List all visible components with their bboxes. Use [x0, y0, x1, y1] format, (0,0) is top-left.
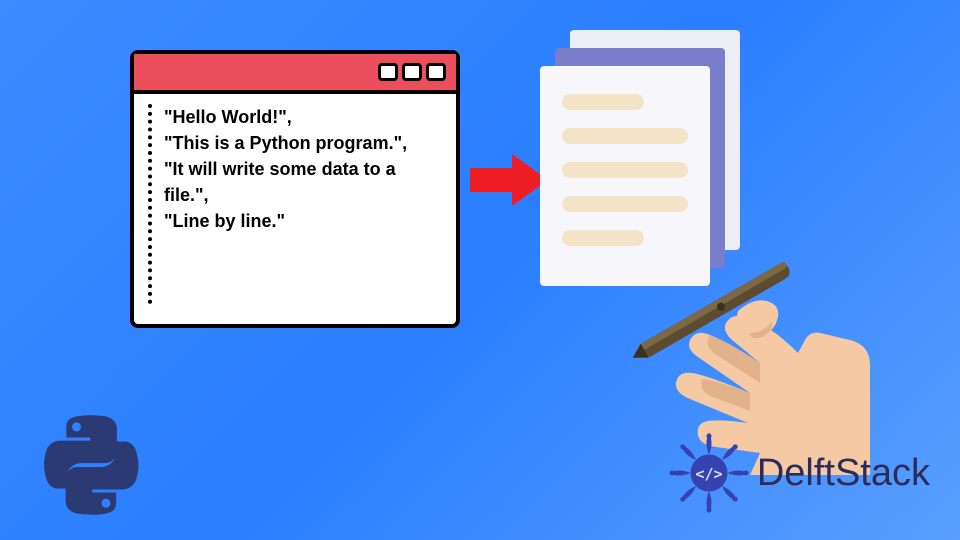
- code-line: "Hello World!",: [164, 104, 442, 130]
- code-window: "Hello World!", "This is a Python progra…: [130, 50, 460, 328]
- code-line: "It will write some data to a file.",: [164, 156, 442, 208]
- code-line: "This is a Python program.",: [164, 130, 442, 156]
- arrow-right-icon: [470, 150, 550, 210]
- code-content: "Hello World!", "This is a Python progra…: [164, 104, 442, 234]
- window-button-min-icon: [378, 63, 398, 81]
- brand-badge-icon: </>: [667, 431, 751, 515]
- code-body: "Hello World!", "This is a Python progra…: [134, 94, 456, 324]
- text-line-icon: [562, 94, 644, 110]
- window-buttons: [378, 63, 446, 81]
- code-line: "Line by line.": [164, 208, 442, 234]
- svg-text:</>: </>: [695, 465, 722, 483]
- python-logo-icon: [40, 415, 140, 515]
- margin-dots: [148, 104, 152, 304]
- titlebar: [134, 54, 456, 94]
- text-line-icon: [562, 162, 688, 178]
- brand-name: DelftStack: [757, 452, 930, 495]
- window-button-close-icon: [426, 63, 446, 81]
- window-button-max-icon: [402, 63, 422, 81]
- brand: </> DelftStack: [667, 431, 930, 515]
- text-line-icon: [562, 128, 688, 144]
- text-line-icon: [562, 196, 688, 212]
